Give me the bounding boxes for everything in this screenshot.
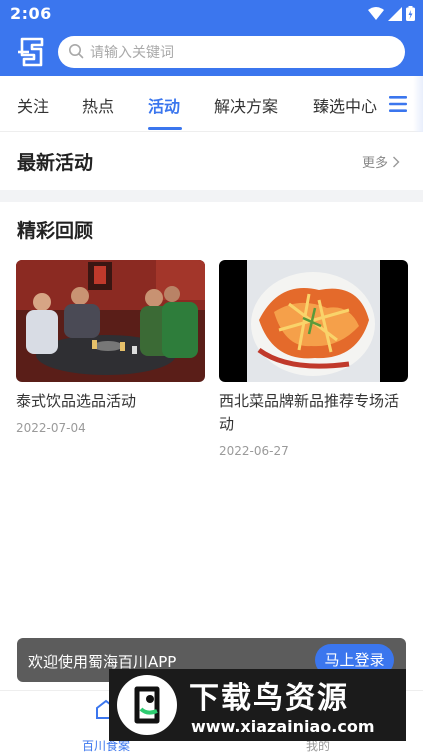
tab-scroll-shade <box>413 76 423 132</box>
search-icon <box>69 44 84 59</box>
category-tabs: 关注 热点 活动 解决方案 臻选中心 <box>0 76 423 132</box>
tab-activity[interactable]: 活动 <box>148 93 180 117</box>
watermark-url: www.xiazainiao.com <box>191 717 375 736</box>
section-divider <box>0 190 423 202</box>
active-tab-indicator <box>148 127 182 130</box>
status-time: 2:06 <box>10 4 52 23</box>
battery-icon <box>406 6 415 21</box>
review-title: 精彩回顾 <box>17 220 94 242</box>
more-link[interactable]: 更多 <box>362 152 400 171</box>
review-card-title: 泰式饮品选品活动 <box>16 392 137 410</box>
search-placeholder: 请输入关键词 <box>90 45 174 61</box>
latest-activity-title: 最新活动 <box>17 152 94 174</box>
tab-hot[interactable]: 热点 <box>82 93 114 117</box>
review-card-image <box>16 260 205 382</box>
menu-icon[interactable] <box>388 94 408 114</box>
tab-selection-center[interactable]: 臻选中心 <box>313 93 377 117</box>
watermark-title: 下载鸟资源 <box>189 681 349 716</box>
latest-activity-section: 最新活动 更多 <box>0 132 423 190</box>
top-bar: 请输入关键词 <box>0 28 423 76</box>
more-label: 更多 <box>362 156 389 171</box>
status-icons <box>368 6 415 21</box>
watermark-logo-icon <box>117 675 177 735</box>
tab-solutions[interactable]: 解决方案 <box>214 93 278 117</box>
tab-follow[interactable]: 关注 <box>17 93 49 117</box>
wifi-icon <box>368 6 384 20</box>
status-bar: 2:06 <box>0 0 423 28</box>
search-input[interactable]: 请输入关键词 <box>58 36 405 68</box>
review-card-date: 2022-07-04 <box>16 421 86 435</box>
review-card[interactable]: 泰式饮品选品活动 2022-07-04 <box>16 260 205 435</box>
review-card-title: 西北菜品牌新品推荐专场活动 <box>219 392 400 433</box>
review-card-image <box>219 260 408 382</box>
chevron-right-icon <box>393 156 400 167</box>
app-logo-icon[interactable] <box>16 36 48 68</box>
signal-icon <box>388 6 402 21</box>
review-card[interactable]: 西北菜品牌新品推荐专场活动 2022-06-27 <box>219 260 408 458</box>
review-card-date: 2022-06-27 <box>219 444 289 458</box>
watermark-banner: 下载鸟资源 www.xiazainiao.com <box>109 669 406 741</box>
